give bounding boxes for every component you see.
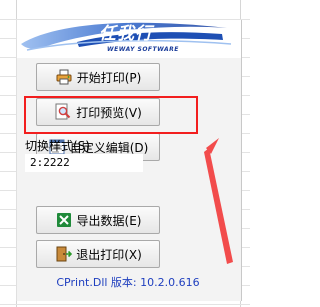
brand-name-cn: 任我行 bbox=[99, 24, 153, 44]
start-print-button[interactable]: 开始打印(P) bbox=[36, 63, 160, 91]
magnifier-preview-icon bbox=[54, 103, 72, 121]
style-switch-field[interactable]: 2:2222 bbox=[25, 154, 143, 172]
start-print-label: 开始打印(P) bbox=[76, 70, 142, 85]
print-preview-label: 打印预览(V) bbox=[76, 105, 142, 120]
export-data-label: 导出数据(E) bbox=[76, 213, 142, 228]
brand-name-en: WEWAY SOFTWARE bbox=[107, 46, 179, 53]
excel-icon bbox=[55, 211, 73, 229]
print-preview-button[interactable]: 打印预览(V) bbox=[36, 98, 160, 126]
brand-banner: 任我行 WEWAY SOFTWARE bbox=[17, 20, 241, 58]
style-switch-label: 切换样式(S) bbox=[25, 139, 90, 153]
printer-icon bbox=[55, 68, 73, 86]
grid-line bbox=[0, 304, 250, 305]
exit-print-label: 退出打印(X) bbox=[76, 247, 142, 262]
export-data-button[interactable]: 导出数据(E) bbox=[36, 206, 160, 234]
exit-door-icon bbox=[54, 245, 73, 263]
version-info: CPrint.Dll 版本: 10.2.0.616 bbox=[56, 276, 200, 289]
exit-print-button[interactable]: 退出打印(X) bbox=[36, 240, 160, 268]
